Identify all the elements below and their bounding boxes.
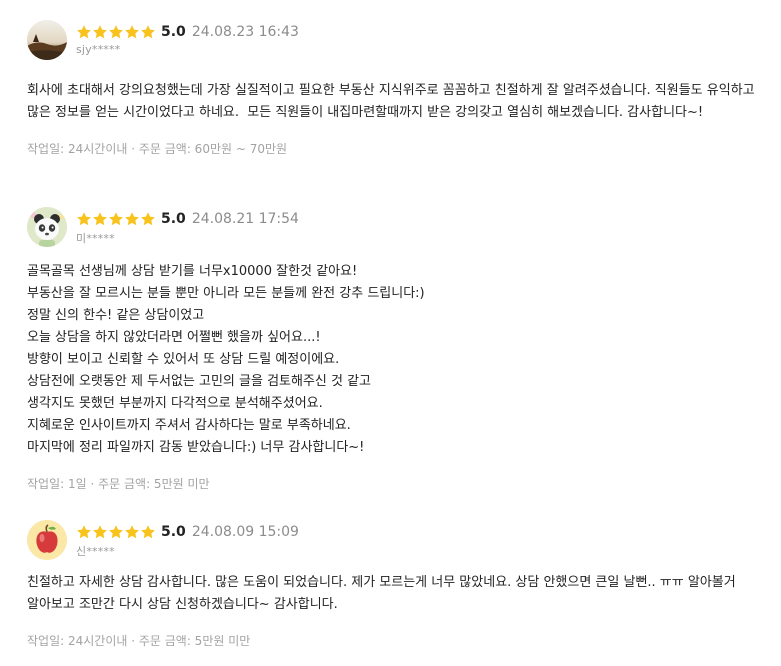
star-icon (93, 525, 107, 539)
rating-score: 5.0 (161, 24, 186, 40)
star-icon (109, 25, 123, 39)
review-date: 24.08.09 15:09 (191, 524, 299, 540)
username: 신***** (76, 545, 115, 558)
order-meta: 작업일: 24시간이내 · 주문 금액: 5만원 미만 (27, 634, 251, 648)
review-date: 24.08.21 17:54 (191, 211, 299, 227)
star-icon (141, 525, 155, 539)
star-icon (93, 212, 107, 226)
review-header: 5.0 24.08.23 16:43 sjy***** (27, 20, 772, 66)
rating-score: 5.0 (161, 524, 186, 540)
review-item: 5.0 24.08.09 15:09 신***** 친절하고 자세한 상담 감사… (27, 520, 772, 649)
review-header: 5.0 24.08.21 17:54 미***** (27, 207, 772, 253)
star-icon (125, 212, 139, 226)
user-avatar[interactable] (27, 20, 67, 60)
order-meta: 작업일: 1일 · 주문 금액: 5만원 미만 (27, 477, 210, 491)
star-icon (141, 212, 155, 226)
star-icon (93, 25, 107, 39)
review-text: 골목골목 선생님께 상담 받기를 너무x10000 잘한것 같아요! 부동산을 … (27, 264, 425, 455)
star-icon (125, 25, 139, 39)
review-item: 5.0 24.08.21 17:54 미***** 골목골목 선생님께 상담 받… (27, 207, 772, 492)
review-date: 24.08.23 16:43 (191, 24, 299, 40)
order-meta: 작업일: 24시간이내 · 주문 금액: 60만원 ~ 70만원 (27, 142, 288, 156)
star-icon (141, 25, 155, 39)
star-icon (77, 25, 91, 39)
star-icon (109, 212, 123, 226)
star-rating (76, 24, 156, 40)
star-rating (76, 524, 156, 540)
star-icon (77, 212, 91, 226)
review-text: 친절하고 자세한 상담 감사합니다. 많은 도움이 되었습니다. 제가 모르는게… (27, 575, 740, 612)
star-icon (125, 525, 139, 539)
user-avatar[interactable] (27, 207, 67, 247)
review-item: 5.0 24.08.23 16:43 sjy***** 회사에 초대해서 강의요… (27, 20, 772, 157)
star-icon (77, 525, 91, 539)
username: 미***** (76, 232, 115, 245)
review-text: 회사에 초대해서 강의요청했는데 가장 실질적이고 필요한 부동산 지식위주로 … (27, 83, 759, 120)
rating-row: 5.0 24.08.09 15:09 (76, 522, 299, 542)
star-rating (76, 211, 156, 227)
rating-row: 5.0 24.08.21 17:54 (76, 209, 299, 229)
rating-score: 5.0 (161, 211, 186, 227)
star-icon (109, 525, 123, 539)
rating-row: 5.0 24.08.23 16:43 (76, 22, 299, 42)
user-avatar[interactable] (27, 520, 67, 560)
review-header: 5.0 24.08.09 15:09 신***** (27, 520, 772, 566)
username: sjy***** (76, 43, 121, 56)
